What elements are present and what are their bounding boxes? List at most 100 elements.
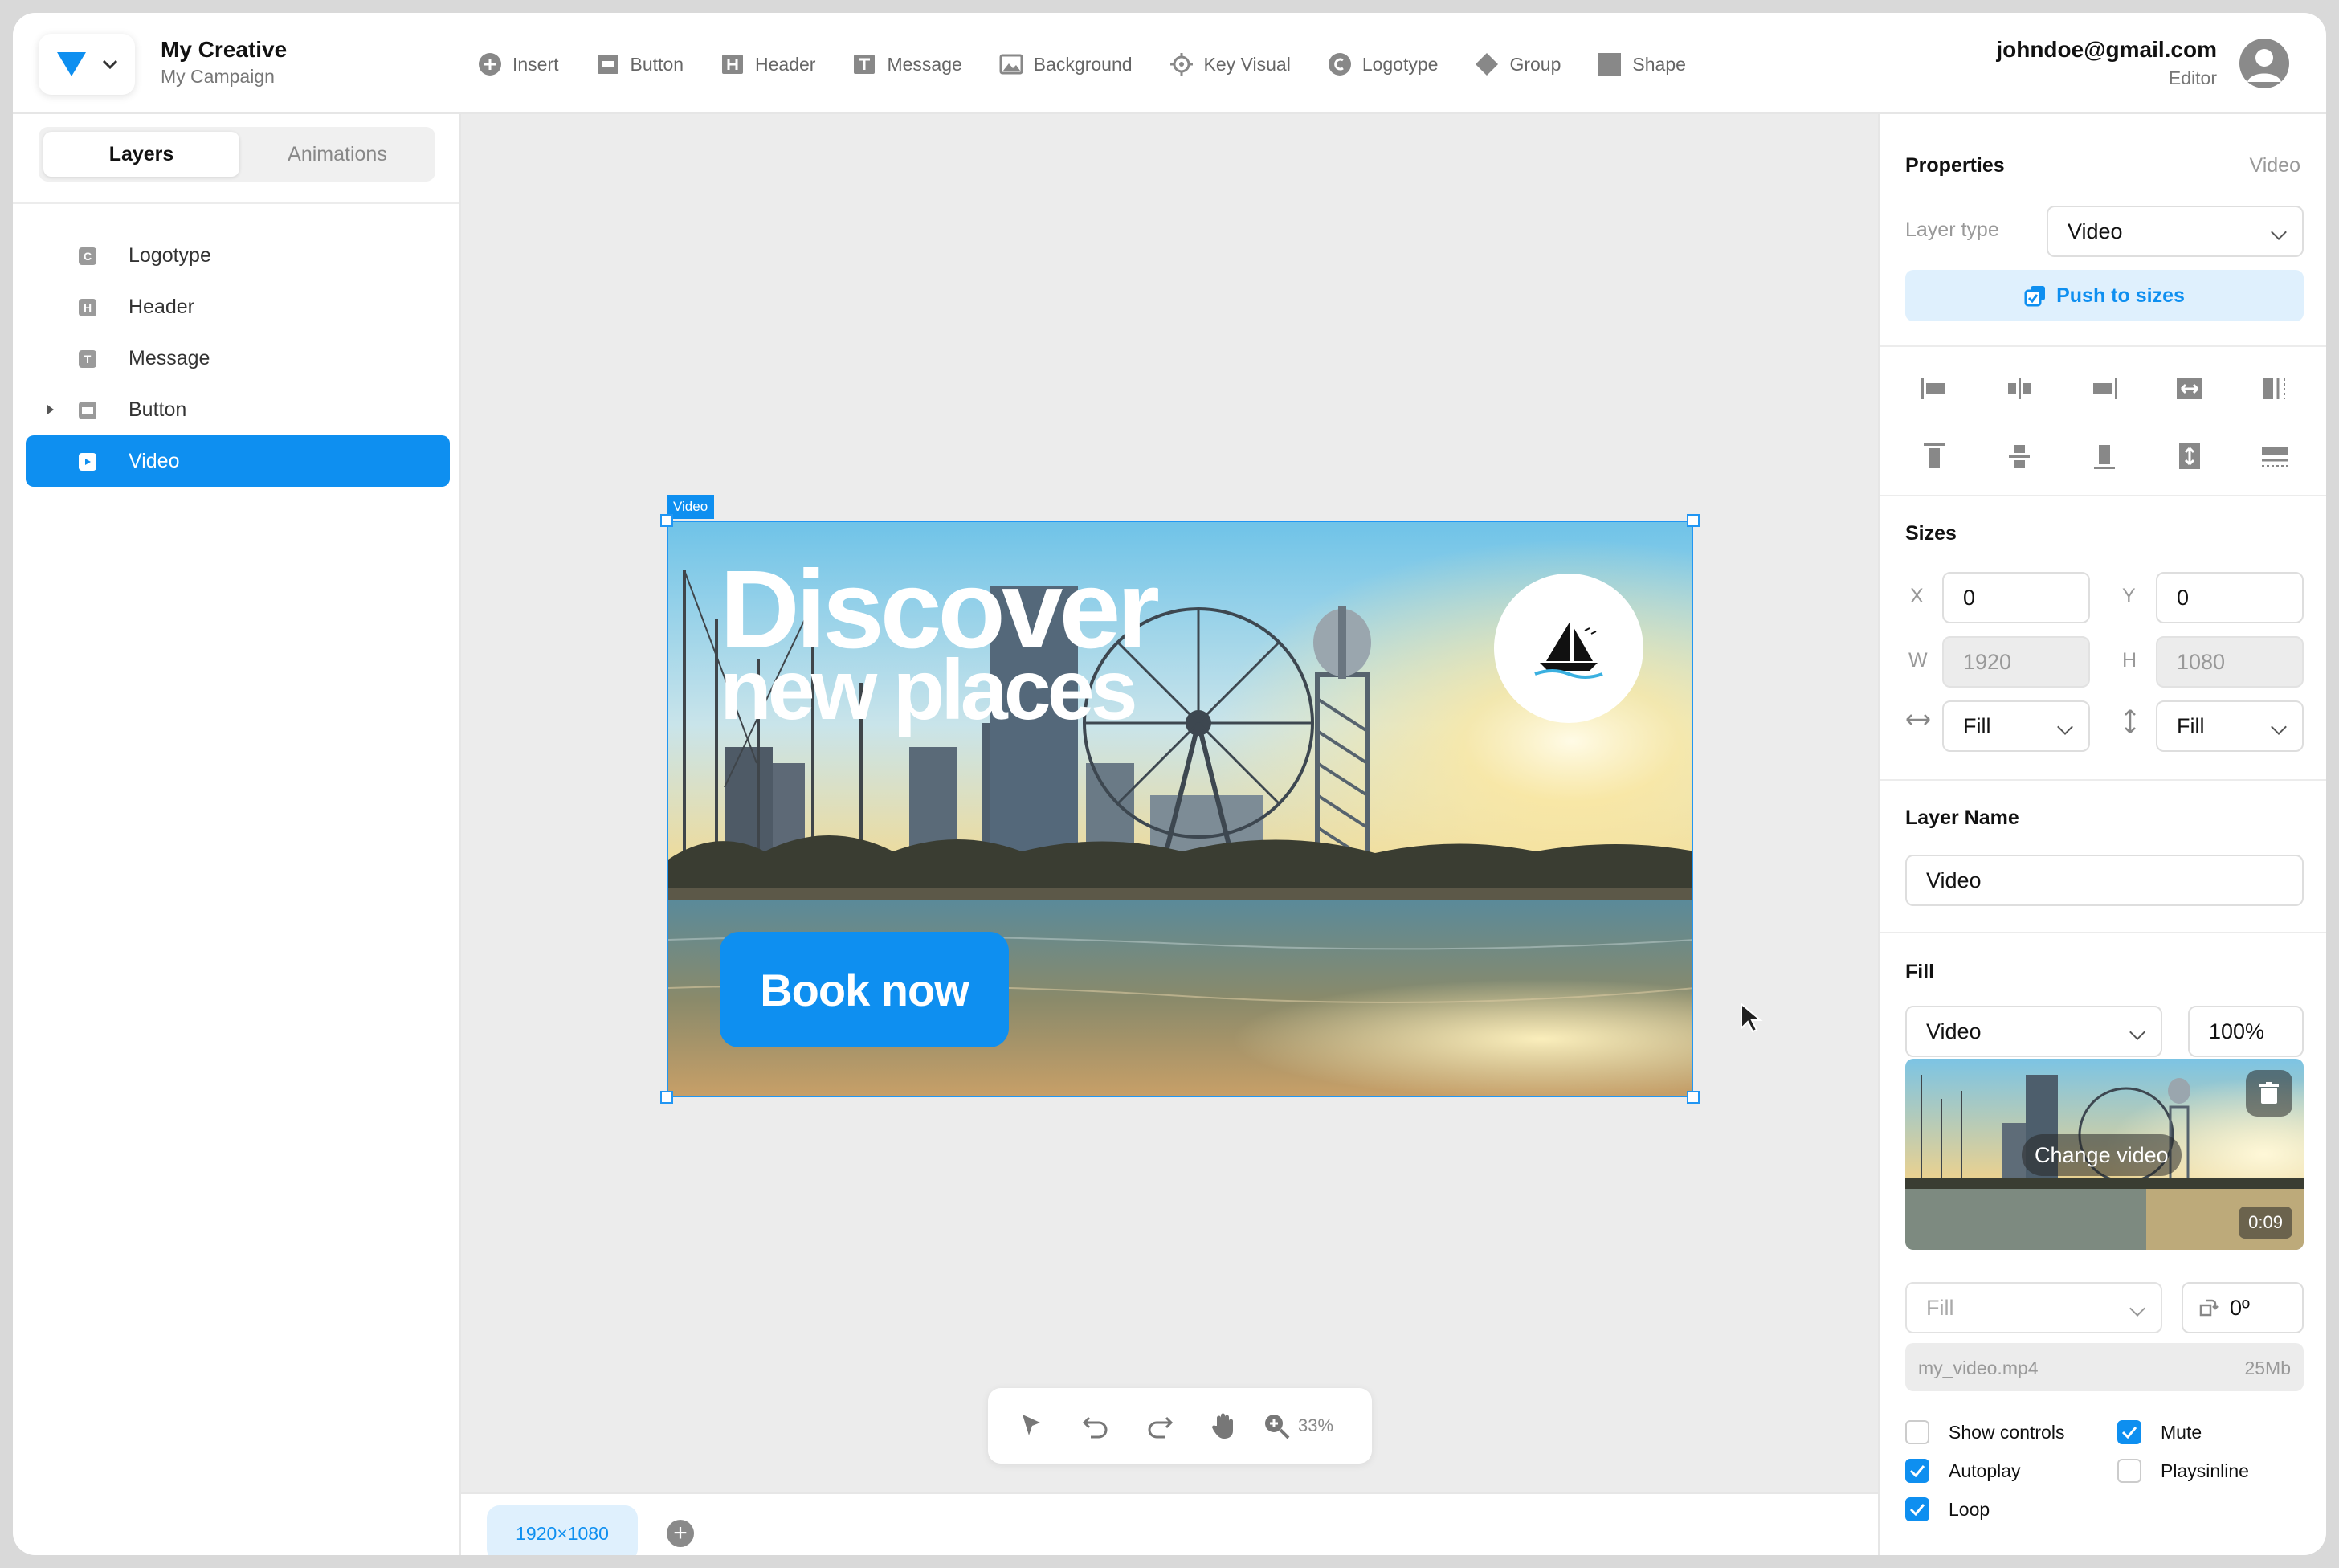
expand-caret-icon[interactable]: [45, 403, 56, 416]
align-right-button[interactable]: [2087, 371, 2122, 406]
zoom-level: 33%: [1298, 1415, 1334, 1435]
layer-item-logotype[interactable]: C Logotype: [26, 230, 450, 281]
redo-icon: [1148, 1416, 1174, 1439]
pan-tool[interactable]: [1192, 1388, 1256, 1464]
layer-type-select[interactable]: Video: [2047, 206, 2304, 257]
size-chip-1920x1080[interactable]: 1920×1080: [487, 1505, 638, 1555]
checkbox-show-controls[interactable]: Show controls: [1905, 1420, 2064, 1444]
y-input[interactable]: 0: [2156, 572, 2304, 623]
resize-handle-bottom-left[interactable]: [660, 1091, 673, 1104]
align-center-h-button[interactable]: [2002, 371, 2037, 406]
rotate-icon: [2199, 1299, 2219, 1317]
vertical-fit-select[interactable]: Fill: [2156, 700, 2304, 752]
align-middle-button[interactable]: [2002, 439, 2037, 474]
resize-handle-top-right[interactable]: [1687, 514, 1700, 527]
canvas-area[interactable]: Video Discover new places Book now 33%: [461, 114, 1878, 1492]
checkmark-icon: [1909, 1465, 1925, 1477]
divider: [1880, 495, 2326, 496]
distribute-h-icon: [2263, 378, 2285, 399]
tool-header[interactable]: Header: [720, 51, 815, 77]
tool-message[interactable]: Message: [851, 51, 962, 77]
resize-handle-top-left[interactable]: [660, 514, 673, 527]
tab-layers[interactable]: Layers: [43, 132, 239, 177]
divider: [1880, 779, 2326, 781]
tool-key-visual[interactable]: Key Visual: [1169, 51, 1291, 77]
checkbox-mute[interactable]: Mute: [2117, 1420, 2202, 1444]
align-top-icon: [1924, 443, 1945, 468]
sizes-title: Sizes: [1905, 522, 1957, 545]
horizontal-fit-value: Fill: [1963, 713, 1991, 738]
checkmark-icon: [2121, 1427, 2137, 1439]
fill-mode-value: Fill: [1926, 1295, 1954, 1320]
change-video-button[interactable]: Change video: [2022, 1134, 2182, 1176]
sailboat-logo-icon: [1534, 621, 1603, 679]
tool-label: Message: [887, 53, 962, 75]
video-thumbnail[interactable]: Change video 0:09: [1905, 1059, 2304, 1250]
resize-handle-bottom-right[interactable]: [1687, 1091, 1700, 1104]
horizontal-resize-icon: [1906, 714, 1930, 725]
tool-button[interactable]: Button: [595, 51, 684, 77]
width-input: 1920: [1942, 636, 2090, 688]
rotation-input[interactable]: 0º: [2182, 1282, 2304, 1333]
checkbox-box[interactable]: [1905, 1459, 1929, 1483]
chevron-down-icon: [102, 59, 118, 69]
checkbox-box[interactable]: [2117, 1420, 2141, 1444]
tool-group[interactable]: Group: [1474, 51, 1561, 77]
stretch-height-icon: [2179, 443, 2200, 469]
hand-icon: [1212, 1413, 1233, 1439]
distribute-h-button[interactable]: [2257, 371, 2292, 406]
headline-line-2[interactable]: new places: [720, 647, 1138, 733]
tab-animations[interactable]: Animations: [239, 132, 435, 177]
logotype-badge[interactable]: [1494, 574, 1643, 723]
header-layer-icon: H: [79, 299, 96, 316]
tool-insert[interactable]: Insert: [477, 51, 559, 77]
align-left-icon: [1921, 378, 1945, 399]
video-artboard[interactable]: Discover new places Book now: [667, 521, 1693, 1097]
checkbox-playsinline[interactable]: Playsinline: [2117, 1459, 2249, 1483]
layer-item-button[interactable]: Button: [26, 384, 450, 435]
w-value: 1920: [1963, 649, 2012, 674]
distribute-v-icon: [2262, 447, 2288, 467]
checkbox-loop[interactable]: Loop: [1905, 1497, 1990, 1521]
distribute-v-button[interactable]: [2257, 439, 2292, 474]
app-menu-button[interactable]: [39, 34, 135, 95]
sizes-bar: 1920×1080 +: [461, 1492, 1878, 1555]
checkbox-box[interactable]: [2117, 1459, 2141, 1483]
selection-tag: Video: [667, 495, 715, 519]
undo-icon: [1082, 1416, 1108, 1439]
avatar[interactable]: [2239, 39, 2289, 88]
file-name: my_video.mp4: [1918, 1358, 2039, 1378]
checkbox-autoplay[interactable]: Autoplay: [1905, 1459, 2021, 1483]
creative-title[interactable]: My Creative: [161, 37, 287, 63]
align-bottom-button[interactable]: [2087, 439, 2122, 474]
stretch-width-button[interactable]: [2172, 371, 2207, 406]
checkbox-box[interactable]: [1905, 1420, 1929, 1444]
properties-title: Properties: [1905, 154, 2005, 177]
checkbox-box[interactable]: [1905, 1497, 1929, 1521]
fill-opacity-input[interactable]: 100%: [2188, 1006, 2304, 1057]
layer-item-video[interactable]: Video: [26, 435, 450, 487]
stretch-height-button[interactable]: [2172, 439, 2207, 474]
layer-item-message[interactable]: T Message: [26, 333, 450, 384]
tool-shape[interactable]: Shape: [1597, 51, 1686, 77]
divider: [1880, 932, 2326, 933]
push-to-sizes-button[interactable]: Push to sizes: [1905, 270, 2304, 321]
layer-item-header[interactable]: H Header: [26, 281, 450, 333]
cta-book-now[interactable]: Book now: [720, 932, 1009, 1047]
select-tool[interactable]: [999, 1388, 1063, 1464]
align-bottom-icon: [2094, 445, 2115, 469]
chevron-down-icon: [2057, 719, 2073, 735]
redo-button[interactable]: [1128, 1388, 1192, 1464]
tool-logotype[interactable]: Logotype: [1327, 51, 1438, 77]
horizontal-fit-select[interactable]: Fill: [1942, 700, 2090, 752]
undo-button[interactable]: [1063, 1388, 1128, 1464]
fill-type-select[interactable]: Video: [1905, 1006, 2162, 1057]
tool-background[interactable]: Background: [998, 51, 1133, 77]
add-size-button[interactable]: +: [667, 1520, 694, 1547]
zoom-control[interactable]: 33%: [1263, 1412, 1333, 1439]
align-left-button[interactable]: [1917, 371, 1952, 406]
delete-video-button[interactable]: [2246, 1070, 2292, 1117]
align-top-button[interactable]: [1917, 439, 1952, 474]
layer-name-input[interactable]: Video: [1905, 855, 2304, 906]
x-input[interactable]: 0: [1942, 572, 2090, 623]
